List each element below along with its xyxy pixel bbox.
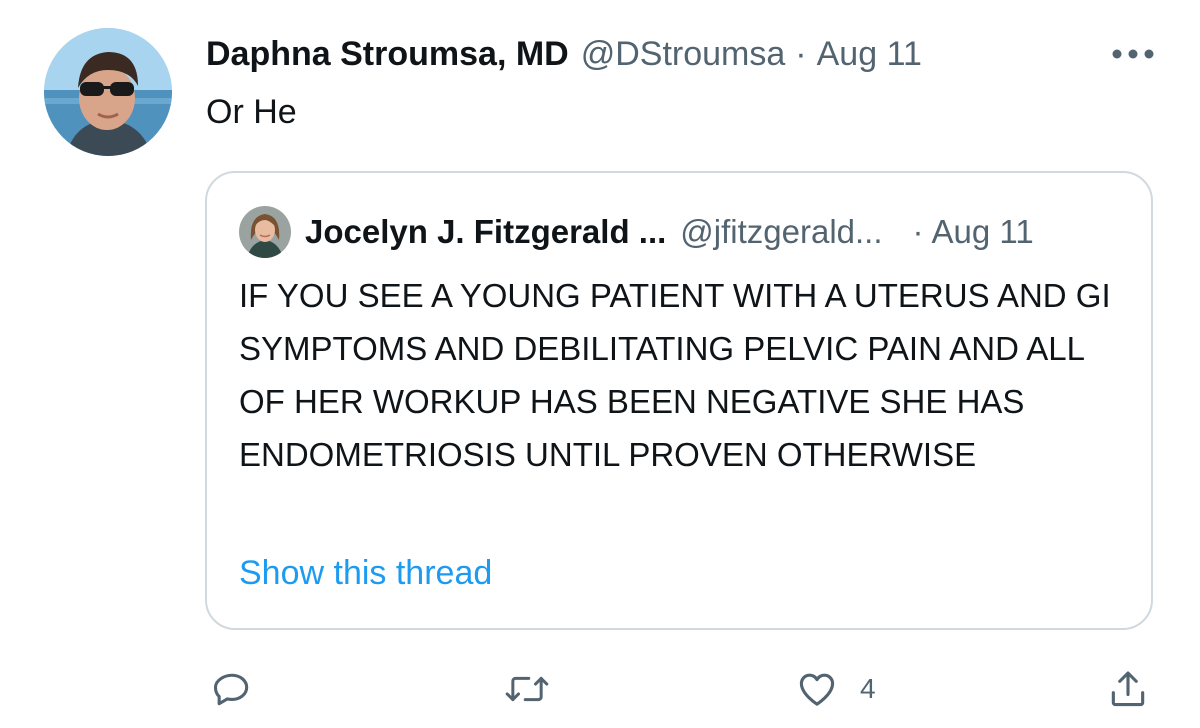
avatar-photo <box>44 28 172 156</box>
reply-icon <box>213 673 249 706</box>
like-button[interactable]: 4 <box>794 666 876 712</box>
quoted-tweet-text: IF YOU SEE A YOUNG PATIENT WITH A UTERUS… <box>239 277 1111 473</box>
share-icon <box>1111 671 1145 707</box>
tweet-header: Daphna Stroumsa, MD @DStroumsa · Aug 11 <box>206 30 922 78</box>
more-options-button[interactable] <box>1110 36 1156 72</box>
tweet-text: Or He <box>206 93 297 131</box>
like-count: 4 <box>860 673 876 704</box>
quoted-author-avatar[interactable] <box>239 206 291 258</box>
heart-icon <box>799 673 835 706</box>
header-separator: · <box>795 34 807 73</box>
share-button[interactable] <box>1106 666 1150 712</box>
author-avatar[interactable] <box>44 28 172 156</box>
quoted-tweet-header: Jocelyn J. Fitzgerald ... @jfitzgerald..… <box>305 210 1034 254</box>
quoted-author-handle[interactable]: @jfitzgerald... <box>680 213 882 251</box>
avatar-photo <box>239 206 291 258</box>
more-dots-icon <box>1112 49 1154 59</box>
quoted-tweet-card[interactable]: Jocelyn J. Fitzgerald ... @jfitzgerald..… <box>205 171 1153 630</box>
quoted-tweet-timestamp[interactable]: Aug 11 <box>932 213 1034 251</box>
author-display-name[interactable]: Daphna Stroumsa, MD <box>206 35 569 74</box>
quoted-author-display-name[interactable]: Jocelyn J. Fitzgerald ... <box>305 213 666 251</box>
tweet-timestamp[interactable]: Aug 11 <box>817 35 922 74</box>
retweet-button[interactable] <box>504 666 550 712</box>
show-thread-link[interactable]: Show this thread <box>239 551 492 595</box>
retweet-icon <box>505 676 549 702</box>
reply-button[interactable] <box>210 666 254 712</box>
quoted-header-separator: · <box>912 213 924 250</box>
author-handle[interactable]: @DStroumsa <box>581 35 786 74</box>
